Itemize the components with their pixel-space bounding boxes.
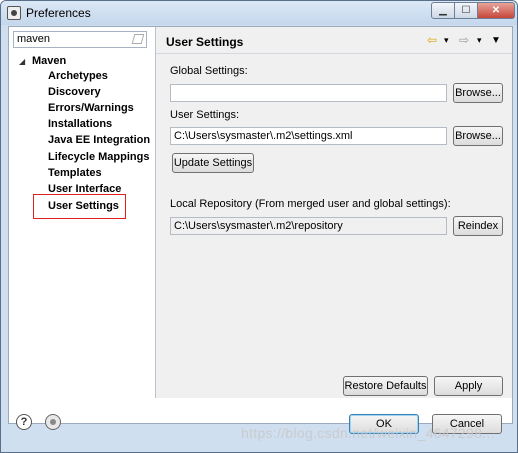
page-title: User Settings [166, 35, 244, 49]
local-repository-label: Local Repository (From merged user and g… [170, 198, 451, 210]
close-button[interactable]: ✕ [477, 2, 515, 19]
record-macro-icon[interactable] [45, 414, 61, 430]
back-arrow-icon[interactable]: ⇦ [427, 33, 437, 47]
settings-page: User Settings ⇦ ▾ ⇨ ▾ ▼ Global Settings:… [156, 27, 512, 398]
minimize-button[interactable]: ▁ [431, 2, 455, 19]
tree-item-discovery[interactable]: Discovery [48, 86, 101, 98]
global-browse-button[interactable]: Browse... [453, 83, 503, 103]
highlight-box [33, 194, 126, 219]
tree-item-lifecycle-mappings[interactable]: Lifecycle Mappings [48, 151, 149, 163]
forward-menu-icon[interactable]: ▾ [477, 35, 482, 46]
user-settings-field[interactable]: C:\Users\sysmaster\.m2\settings.xml [170, 127, 447, 145]
filter-input[interactable]: maven [13, 31, 147, 48]
forward-arrow-icon[interactable]: ⇨ [459, 33, 469, 47]
preference-tree-panel: maven ◢ Maven Archetypes Discovery Error… [9, 27, 155, 398]
title-bar: Preferences ▁ ☐ ✕ [1, 1, 517, 25]
view-menu-icon[interactable]: ▼ [491, 35, 501, 46]
local-repository-field: C:\Users\sysmaster\.m2\repository [170, 217, 447, 235]
maximize-button[interactable]: ☐ [454, 2, 478, 19]
watermark: https://blog.csdn.net/weixin_4647298... [241, 425, 495, 441]
back-menu-icon[interactable]: ▾ [444, 35, 449, 46]
tree-item-java-ee-integration[interactable]: Java EE Integration [48, 134, 150, 146]
global-settings-label: Global Settings: [170, 65, 248, 77]
help-icon[interactable]: ? [16, 414, 32, 430]
global-settings-field[interactable] [170, 84, 447, 102]
window-title: Preferences [26, 6, 91, 20]
restore-defaults-button[interactable]: Restore Defaults [343, 376, 428, 396]
user-settings-label: User Settings: [170, 109, 240, 121]
filter-text: maven [17, 33, 51, 45]
reindex-button[interactable]: Reindex [453, 216, 503, 236]
apply-button[interactable]: Apply [434, 376, 503, 396]
tree-root-maven[interactable]: Maven [32, 55, 66, 67]
dialog-client: maven ◢ Maven Archetypes Discovery Error… [8, 26, 513, 424]
app-icon [7, 6, 21, 20]
clear-filter-icon[interactable] [131, 34, 145, 44]
tree-item-templates[interactable]: Templates [48, 167, 102, 179]
update-settings-button[interactable]: Update Settings [172, 153, 254, 173]
preferences-window: Preferences ▁ ☐ ✕ maven ◢ Maven Archetyp… [0, 0, 518, 453]
header-separator [156, 53, 512, 54]
tree-item-installations[interactable]: Installations [48, 118, 112, 130]
expand-arrow-icon[interactable]: ◢ [19, 57, 25, 66]
tree-item-archetypes[interactable]: Archetypes [48, 70, 108, 82]
tree-item-errors-warnings[interactable]: Errors/Warnings [48, 102, 134, 114]
user-browse-button[interactable]: Browse... [453, 126, 503, 146]
